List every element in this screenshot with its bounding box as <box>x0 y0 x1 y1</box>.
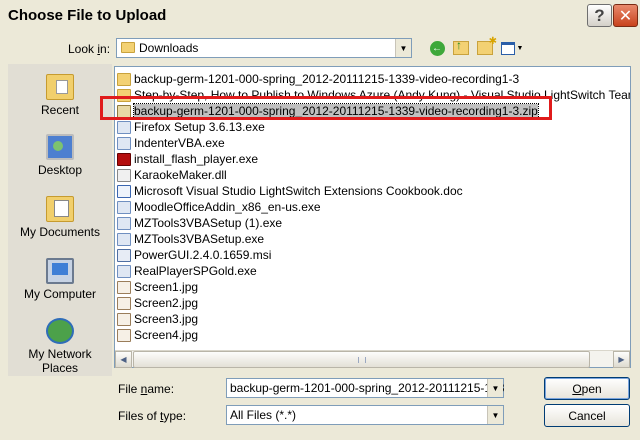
help-button[interactable]: ? <box>587 4 612 27</box>
back-button[interactable]: ← <box>428 39 446 57</box>
file-list-item[interactable]: Microsoft Visual Studio LightSwitch Exte… <box>117 183 463 199</box>
exe-file-icon <box>117 136 131 150</box>
filetype-dropdown[interactable]: All Files (*.*) ▼ <box>226 405 504 425</box>
views-icon <box>500 41 515 55</box>
chevron-right-icon: ▶ <box>618 355 625 364</box>
file-upload-dialog: Choose File to Upload ? ✕ Look in: Downl… <box>0 0 640 440</box>
cancel-button[interactable]: Cancel <box>544 404 630 427</box>
up-folder-icon <box>453 38 469 55</box>
file-list-item[interactable]: MZTools3VBASetup.exe <box>117 231 264 247</box>
toolbar: ← ▼ <box>428 36 524 58</box>
lookin-value: Downloads <box>139 41 199 55</box>
recent-icon <box>46 74 74 100</box>
chevron-down-icon: ▼ <box>516 44 524 52</box>
chevron-down-icon[interactable]: ▼ <box>395 39 411 57</box>
file-list-item[interactable]: Screen1.jpg <box>117 279 198 295</box>
selection-highlight-annotation <box>100 96 552 120</box>
new-folder-icon <box>477 36 497 55</box>
help-icon: ? <box>594 5 605 25</box>
file-list-item[interactable]: PowerGUI.2.4.0.1659.msi <box>117 247 271 263</box>
file-list-item[interactable]: MZTools3VBASetup (1).exe <box>117 215 282 231</box>
chevron-down-icon[interactable]: ▼ <box>487 406 503 424</box>
scrollbar-thumb[interactable] <box>133 351 590 368</box>
lookin-dropdown[interactable]: Downloads ▼ <box>116 38 412 58</box>
place-label: My Documents <box>19 225 101 239</box>
views-menu-button[interactable]: ▼ <box>500 40 524 56</box>
close-icon: ✕ <box>618 7 633 25</box>
image-file-icon <box>117 312 131 326</box>
file-list-item[interactable]: Firefox Setup 3.6.13.exe <box>117 119 265 135</box>
horizontal-scrollbar[interactable]: ◀ ▶ <box>115 350 630 368</box>
filename-label: File name: <box>118 382 175 396</box>
file-list-item[interactable]: IndenterVBA.exe <box>117 135 225 151</box>
place-desktop[interactable]: Desktop <box>8 128 112 188</box>
filename-input[interactable]: backup-germ-1201-000-spring_2012-2011121… <box>226 378 504 398</box>
place-my-documents[interactable]: My Documents <box>8 190 112 250</box>
filename-value: backup-germ-1201-000-spring_2012-2011121… <box>230 381 505 395</box>
exe-file-icon <box>117 200 131 214</box>
title-bar[interactable]: Choose File to Upload ? ✕ <box>0 0 640 32</box>
filetype-value: All Files (*.*) <box>230 408 297 422</box>
msi-file-icon <box>117 248 131 262</box>
flash-file-icon <box>117 152 131 166</box>
scroll-right-button[interactable]: ▶ <box>613 351 630 368</box>
open-button[interactable]: Open <box>544 377 630 400</box>
word-doc-icon <box>117 184 131 198</box>
file-list-item[interactable]: backup-germ-1201-000-spring_2012-2011121… <box>117 71 519 87</box>
file-list-item[interactable]: Screen3.jpg <box>117 311 198 327</box>
place-recent[interactable]: Recent <box>8 68 112 128</box>
file-list-item[interactable]: RealPlayerSPGold.exe <box>117 263 257 279</box>
file-list-item[interactable]: Screen4.jpg <box>117 327 198 343</box>
folder-icon <box>121 42 135 53</box>
place-label: Desktop <box>37 163 83 177</box>
exe-file-icon <box>117 264 131 278</box>
file-list-item[interactable]: KaraokeMaker.dll <box>117 167 227 183</box>
dll-file-icon <box>117 168 131 182</box>
places-bar: Recent Desktop My Documents My Computer … <box>8 64 112 376</box>
close-button[interactable]: ✕ <box>613 4 638 27</box>
place-my-computer[interactable]: My Computer <box>8 252 112 312</box>
scroll-left-button[interactable]: ◀ <box>115 351 132 368</box>
lookin-label: Look in: <box>68 42 111 56</box>
my-computer-icon <box>46 258 74 284</box>
desktop-icon <box>46 134 74 160</box>
folder-icon <box>117 72 131 86</box>
chevron-down-icon[interactable]: ▼ <box>487 379 503 397</box>
window-title: Choose File to Upload <box>8 7 167 24</box>
file-list-item[interactable]: MoodleOfficeAddin_x86_en-us.exe <box>117 199 321 215</box>
up-folder-button[interactable] <box>452 38 470 57</box>
exe-file-icon <box>117 120 131 134</box>
exe-file-icon <box>117 232 131 246</box>
place-label: My Computer <box>23 287 97 301</box>
my-documents-icon <box>46 196 74 222</box>
new-folder-button[interactable] <box>476 36 497 57</box>
chevron-left-icon: ◀ <box>120 355 127 364</box>
network-places-icon <box>46 318 74 344</box>
place-label: Recent <box>40 103 80 117</box>
image-file-icon <box>117 280 131 294</box>
place-label: My Network Places <box>28 347 92 375</box>
grip-icon <box>358 357 366 363</box>
back-arrow-icon: ← <box>429 40 445 56</box>
place-network[interactable]: My Network Places <box>8 312 112 376</box>
file-list-item[interactable]: install_flash_player.exe <box>117 151 258 167</box>
filetype-label: Files of type: <box>118 409 187 423</box>
file-list-item[interactable]: Screen2.jpg <box>117 295 198 311</box>
exe-file-icon <box>117 216 131 230</box>
image-file-icon <box>117 296 131 310</box>
image-file-icon <box>117 328 131 342</box>
